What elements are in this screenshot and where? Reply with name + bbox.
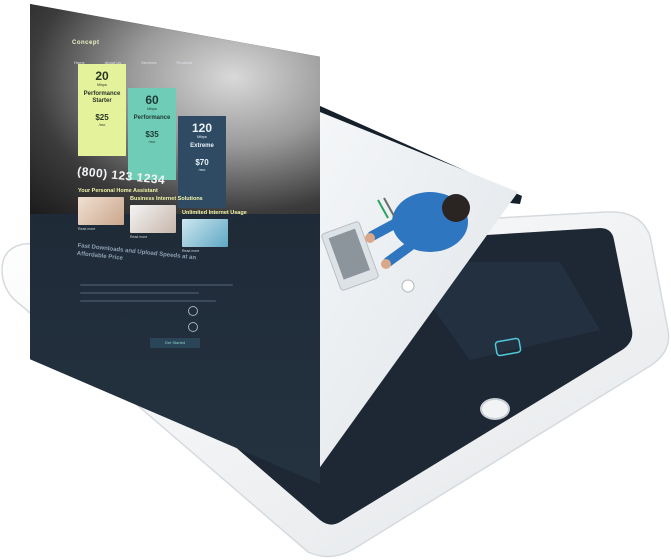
settings-icon [188, 306, 198, 316]
get-started-button[interactable]: Get Started [150, 338, 200, 348]
plan-period: /mo [148, 139, 156, 144]
plan-period: /mo [98, 122, 106, 127]
tile-title: Your Personal Home Assistant [78, 188, 158, 194]
plan-period: /mo [198, 167, 206, 172]
plan-price: $35 [145, 130, 159, 139]
body-text-block [80, 284, 250, 308]
tile-image [78, 197, 124, 225]
plan-unit: Mbps [97, 82, 107, 87]
plan-price: $25 [95, 113, 109, 122]
plan-name: Performance Starter [83, 91, 121, 104]
nav-item-services[interactable]: Services [141, 60, 156, 65]
tile-title: Business Internet Solutions [130, 196, 203, 202]
scene: .. Concept Home About Us Services Produc… [0, 0, 671, 560]
globe-icon [188, 322, 198, 332]
plan-name: Performance [133, 115, 171, 121]
text-line [80, 292, 199, 294]
plan-speed: 60 [145, 93, 159, 107]
text-line [80, 284, 233, 286]
plan-price: $70 [195, 158, 209, 167]
home-button[interactable] [480, 398, 510, 420]
site-logo[interactable]: Concept [72, 40, 100, 46]
tile-image [130, 205, 176, 233]
text-line [80, 300, 216, 302]
plan-unit: Mbps [147, 106, 157, 111]
plan-card-performance[interactable]: 60 Mbps Performance $35 /mo [128, 88, 176, 180]
tile-title: Unlimited Internet Usage [182, 210, 247, 216]
tile-image [182, 219, 228, 247]
plan-speed: 20 [95, 69, 109, 83]
plan-speed: 120 [191, 121, 213, 135]
plan-card-extreme[interactable]: 120 Mbps Extreme $70 /mo [178, 116, 226, 208]
plan-name: Extreme [190, 143, 214, 149]
nav-item-products[interactable]: Products [176, 60, 192, 65]
plan-card-starter[interactable]: 20 Mbps Performance Starter $25 /mo [78, 64, 126, 156]
feature-tile-unlimited[interactable]: Unlimited Internet Usage Read more [182, 210, 247, 253]
plan-unit: Mbps [197, 134, 207, 139]
tile-read-more-link[interactable]: Read more [182, 249, 247, 253]
